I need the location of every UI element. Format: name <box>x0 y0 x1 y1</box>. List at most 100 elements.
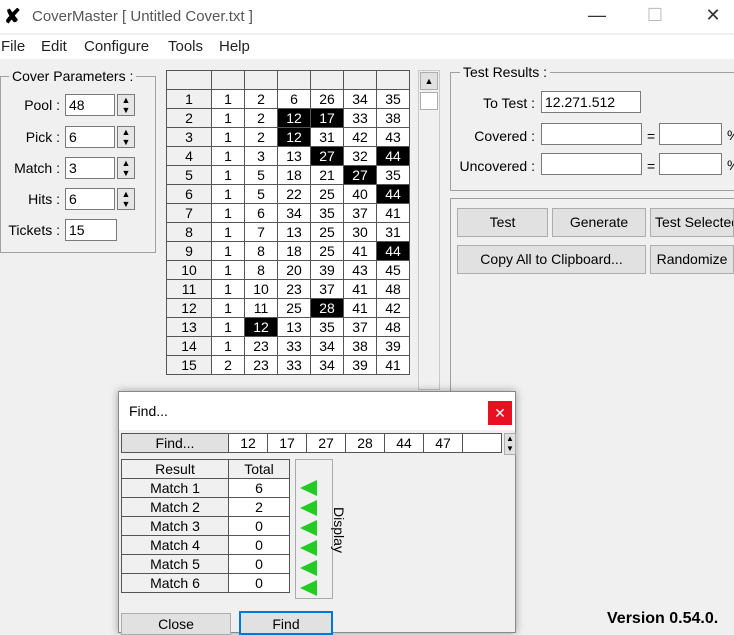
grid-row-number[interactable]: 1 <box>166 89 212 109</box>
grid-cell[interactable]: 38 <box>343 336 377 356</box>
grid-cell[interactable]: 32 <box>343 146 377 166</box>
grid-cell[interactable]: 25 <box>310 184 344 204</box>
grid-row[interactable]: 11 1 10 23 37 41 48 <box>166 279 410 299</box>
grid-cell[interactable]: 1 <box>211 108 245 128</box>
grid-cell[interactable]: 31 <box>376 222 410 242</box>
grid-cell[interactable]: 33 <box>343 108 377 128</box>
grid-cell[interactable]: 35 <box>376 165 410 185</box>
grid-row[interactable]: 8 1 7 13 25 30 31 <box>166 222 410 242</box>
grid-cell[interactable]: 2 <box>211 355 245 375</box>
uncovered-field[interactable] <box>541 153 642 175</box>
display-triangle-icon[interactable] <box>300 480 317 496</box>
to-test-field[interactable]: 12.271.512 <box>541 91 641 113</box>
grid-cell[interactable]: 1 <box>211 260 245 280</box>
find-number-cell[interactable]: 12 <box>228 433 268 453</box>
grid-cell[interactable]: 34 <box>277 203 311 223</box>
grid-cell[interactable]: 44 <box>376 184 410 204</box>
match-spinner[interactable]: ▲ ▼ <box>117 157 135 179</box>
grid-cell[interactable]: 18 <box>277 241 311 261</box>
grid-cell[interactable]: 6 <box>277 89 311 109</box>
grid-cell[interactable]: 1 <box>211 165 245 185</box>
tickets-field[interactable]: 15 <box>65 219 117 241</box>
grid-cell[interactable]: 2 <box>244 89 278 109</box>
find-number-cell[interactable]: 47 <box>423 433 463 453</box>
grid-cell[interactable]: 40 <box>343 184 377 204</box>
grid-cell[interactable]: 39 <box>343 355 377 375</box>
grid-cell[interactable]: 44 <box>376 241 410 261</box>
display-triangle-icon[interactable] <box>300 500 317 516</box>
grid-cell[interactable]: 42 <box>343 127 377 147</box>
grid-cell[interactable]: 11 <box>244 298 278 318</box>
hits-spinner[interactable]: ▲ ▼ <box>117 188 135 210</box>
grid-cell[interactable]: 1 <box>211 203 245 223</box>
grid-cell[interactable]: 6 <box>244 203 278 223</box>
grid-cell[interactable]: 7 <box>244 222 278 242</box>
grid-cell[interactable]: 39 <box>310 260 344 280</box>
grid-cell[interactable]: 5 <box>244 184 278 204</box>
grid-cell[interactable]: 20 <box>277 260 311 280</box>
grid-cell[interactable]: 18 <box>277 165 311 185</box>
grid-row[interactable]: 7 1 6 34 35 37 41 <box>166 203 410 223</box>
find-button[interactable]: Find <box>239 611 333 635</box>
find-number-cell[interactable]: 28 <box>345 433 385 453</box>
generate-button[interactable]: Generate <box>552 208 646 237</box>
grid-cell[interactable]: 12 <box>277 108 311 128</box>
grid-cell[interactable]: 45 <box>376 260 410 280</box>
grid-cell[interactable]: 27 <box>310 146 344 166</box>
grid-cell[interactable]: 28 <box>310 298 344 318</box>
hits-input[interactable]: 6 <box>65 188 115 210</box>
find-number-cell[interactable] <box>462 433 502 453</box>
find-number-cell[interactable]: 44 <box>384 433 424 453</box>
menu-help[interactable]: Help <box>219 38 250 55</box>
maximize-button[interactable]: ☐ <box>632 0 678 33</box>
grid-row[interactable]: 1 1 2 6 26 34 35 <box>166 89 410 109</box>
grid-row[interactable]: 14 1 23 33 34 38 39 <box>166 336 410 356</box>
grid-cell[interactable]: 8 <box>244 260 278 280</box>
grid-cell[interactable]: 1 <box>211 336 245 356</box>
grid-cell[interactable]: 1 <box>211 222 245 242</box>
menu-file[interactable]: File <box>1 38 25 55</box>
pick-input[interactable]: 6 <box>65 126 115 148</box>
grid-scrollbar[interactable]: ▲ <box>418 70 440 390</box>
find-numbers-button[interactable]: Find... <box>121 433 229 453</box>
grid-cell[interactable]: 22 <box>277 184 311 204</box>
grid-cell[interactable]: 23 <box>244 336 278 356</box>
covered-percent-field[interactable] <box>659 123 722 145</box>
grid-row-number[interactable]: 15 <box>166 355 212 375</box>
grid-row-number[interactable]: 3 <box>166 127 212 147</box>
display-triangle-icon[interactable] <box>300 540 317 556</box>
grid-row[interactable]: 10 1 8 20 39 43 45 <box>166 260 410 280</box>
display-triangle-icon[interactable] <box>300 560 317 576</box>
copy-all-to-clipboard-button[interactable]: Copy All to Clipboard... <box>457 245 646 274</box>
menu-tools[interactable]: Tools <box>168 38 203 55</box>
minimize-button[interactable]: — <box>574 0 620 33</box>
grid-cell[interactable]: 42 <box>376 298 410 318</box>
grid-cell[interactable]: 25 <box>277 298 311 318</box>
grid-cell[interactable]: 23 <box>244 355 278 375</box>
uncovered-percent-field[interactable] <box>659 153 722 175</box>
grid-row[interactable]: 15 2 23 33 34 39 41 <box>166 355 410 375</box>
grid-cell[interactable]: 13 <box>277 146 311 166</box>
grid-row-number[interactable]: 14 <box>166 336 212 356</box>
close-button[interactable]: Close <box>121 613 231 635</box>
grid-row[interactable]: 6 1 5 22 25 40 44 <box>166 184 410 204</box>
grid-cell[interactable]: 25 <box>310 222 344 242</box>
grid-cell[interactable]: 34 <box>310 336 344 356</box>
grid-row[interactable]: 9 1 8 18 25 41 44 <box>166 241 410 261</box>
grid-cell[interactable]: 1 <box>211 241 245 261</box>
grid-cell[interactable]: 3 <box>244 146 278 166</box>
menu-configure[interactable]: Configure <box>84 38 149 55</box>
grid-cell[interactable]: 34 <box>310 355 344 375</box>
grid-cell[interactable]: 1 <box>211 279 245 299</box>
grid-row-number[interactable]: 12 <box>166 298 212 318</box>
pool-spinner[interactable]: ▲ ▼ <box>117 94 135 116</box>
grid-row[interactable]: 2 1 2 12 17 33 38 <box>166 108 410 128</box>
grid-cell[interactable]: 13 <box>277 317 311 337</box>
find-numbers-spinner[interactable]: ▲ ▼ <box>504 433 516 455</box>
find-dialog-close-icon[interactable]: ✕ <box>488 401 512 425</box>
grid-row[interactable]: 3 1 2 12 31 42 43 <box>166 127 410 147</box>
grid-cell[interactable]: 23 <box>277 279 311 299</box>
match-input[interactable]: 3 <box>65 157 115 179</box>
test-button[interactable]: Test <box>457 208 548 237</box>
grid-cell[interactable]: 37 <box>310 279 344 299</box>
